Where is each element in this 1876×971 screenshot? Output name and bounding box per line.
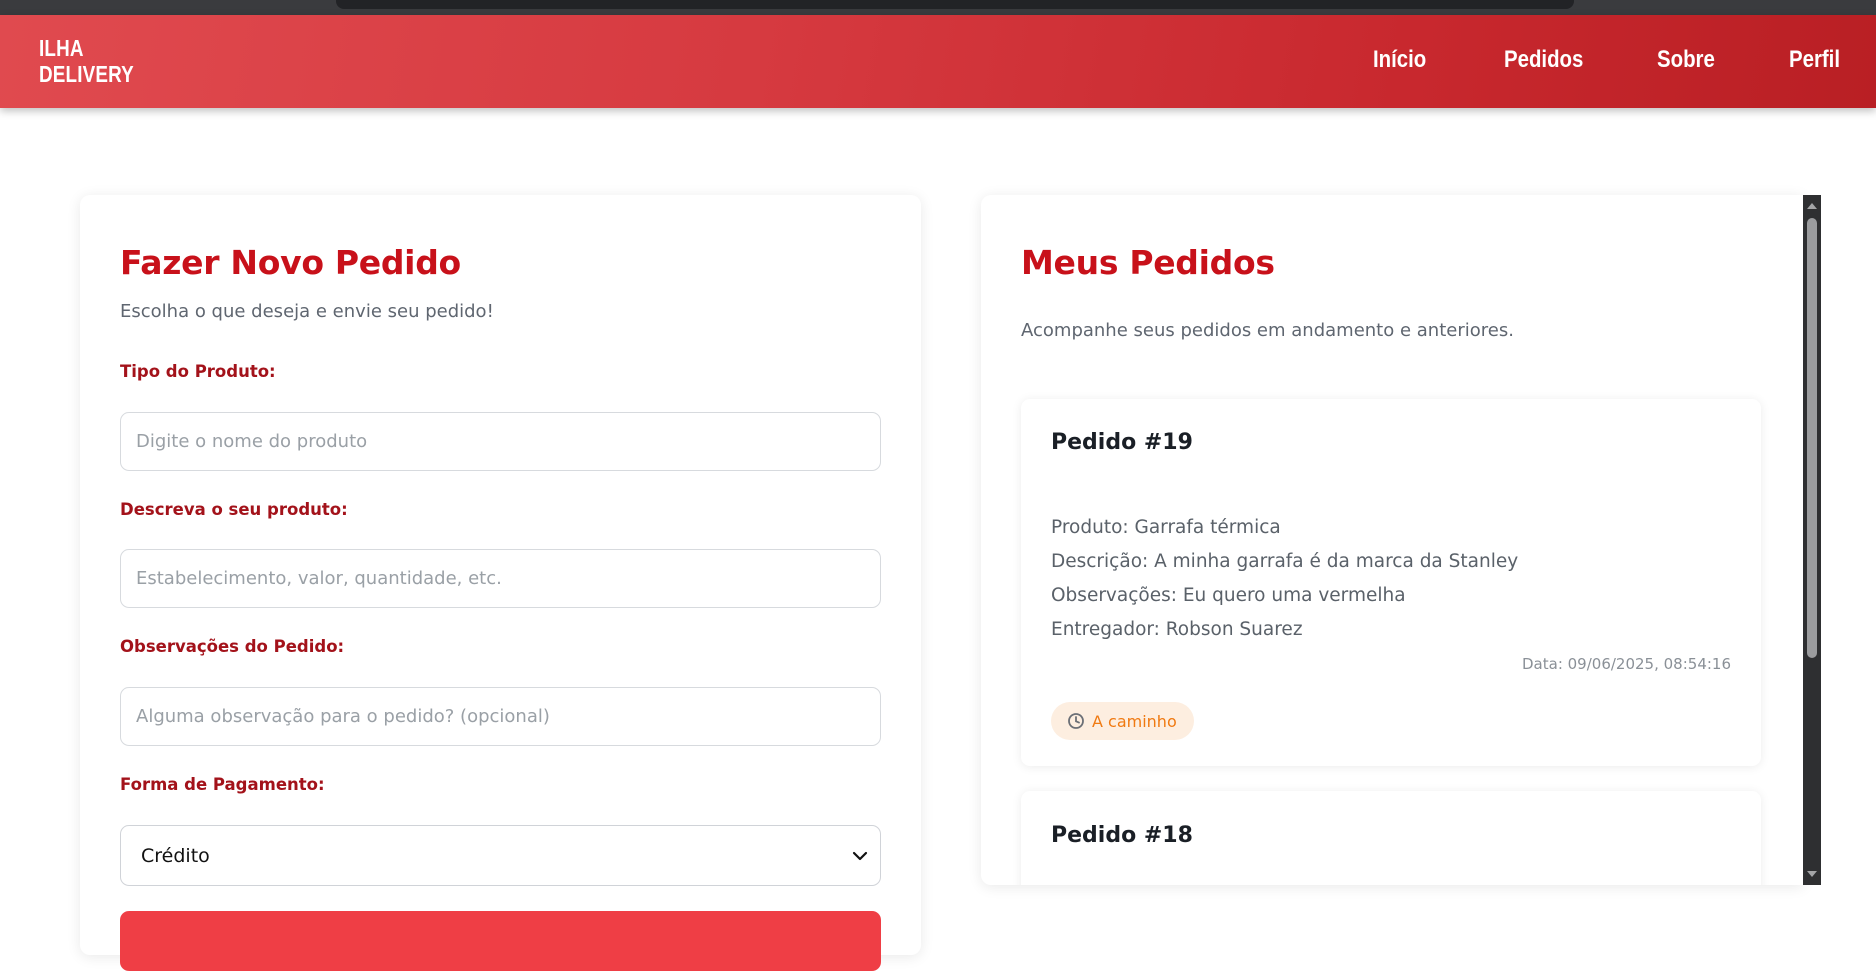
order-courier: Entregador: Robson Suarez [1051, 619, 1303, 640]
new-order-card: Fazer Novo Pedido Escolha o que deseja e… [80, 195, 921, 971]
top-navbar: ILHA DELIVERY Início Pedidos Sobre Perfi… [0, 15, 1876, 108]
payment-label: Forma de Pagamento: [120, 775, 325, 794]
payment-selected-value: Crédito [141, 844, 210, 867]
new-order-title: Fazer Novo Pedido [120, 243, 461, 282]
order-date: Data: 09/06/2025, 08:54:16 [1522, 655, 1731, 673]
brand-line-2: DELIVERY [39, 61, 134, 87]
product-type-input[interactable] [120, 412, 881, 471]
order-description: Descrição: A minha garrafa é da marca da… [1051, 551, 1519, 572]
brand-line-1: ILHA [39, 35, 84, 61]
order-title: Pedido #19 [1051, 430, 1193, 455]
scroll-up-arrow-icon[interactable] [1803, 197, 1821, 215]
browser-tab-strip [0, 0, 1876, 15]
description-input[interactable] [120, 549, 881, 608]
chevron-down-icon [852, 851, 868, 861]
status-badge: A caminho [1051, 702, 1194, 740]
status-label: A caminho [1092, 711, 1177, 731]
notes-input[interactable] [120, 687, 881, 746]
my-orders-subtitle: Acompanhe seus pedidos em andamento e an… [1021, 320, 1514, 341]
submit-order-button[interactable] [120, 911, 881, 971]
description-label: Descreva o seu produto: [120, 500, 348, 519]
nav-inicio[interactable]: Início [1373, 46, 1426, 74]
new-order-subtitle: Escolha o que deseja e envie seu pedido! [120, 301, 494, 322]
scrollbar-thumb[interactable] [1807, 218, 1817, 658]
payment-select[interactable]: Crédito [120, 825, 881, 886]
nav-perfil[interactable]: Perfil [1789, 46, 1840, 74]
nav-sobre[interactable]: Sobre [1657, 46, 1715, 74]
scroll-down-arrow-icon[interactable] [1803, 865, 1821, 883]
order-title: Pedido #18 [1051, 823, 1193, 848]
clock-icon [1068, 713, 1084, 729]
product-type-label: Tipo do Produto: [120, 362, 276, 381]
order-card[interactable]: Pedido #18 [1021, 791, 1761, 885]
address-bar[interactable] [336, 0, 1574, 9]
order-notes: Observações: Eu quero uma vermelha [1051, 585, 1406, 606]
order-product: Produto: Garrafa térmica [1051, 517, 1281, 538]
notes-label: Observações do Pedido: [120, 637, 345, 656]
order-card[interactable]: Pedido #19 Produto: Garrafa térmica Desc… [1021, 399, 1761, 766]
nav-pedidos[interactable]: Pedidos [1504, 46, 1583, 74]
my-orders-title: Meus Pedidos [1021, 243, 1275, 282]
brand-logo[interactable]: ILHA DELIVERY [39, 35, 134, 87]
orders-scrollbar[interactable] [1803, 195, 1821, 885]
my-orders-card: Meus Pedidos Acompanhe seus pedidos em a… [981, 195, 1803, 885]
